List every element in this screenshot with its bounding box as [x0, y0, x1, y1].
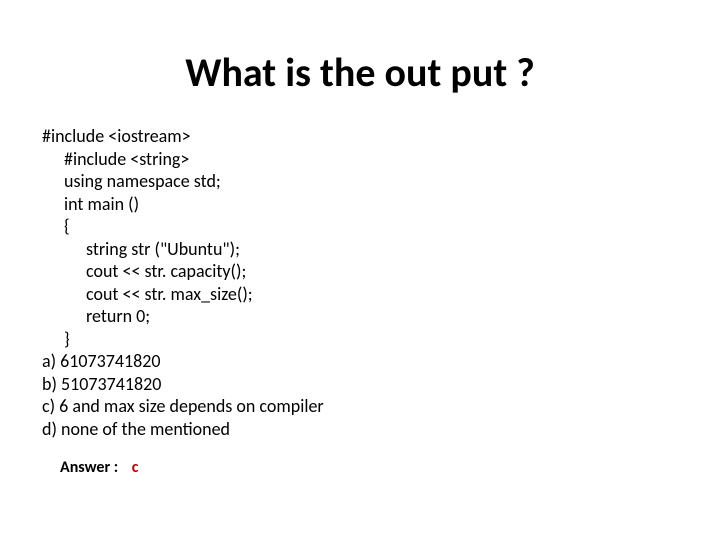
option-a: a) 61073741820 — [42, 350, 720, 373]
code-line: } — [42, 328, 720, 351]
code-line: #include <iostream> — [42, 125, 720, 148]
slide-content: #include <iostream> #include <string> us… — [0, 125, 720, 440]
code-line: return 0; — [42, 305, 720, 328]
option-d: d) none of the mentioned — [42, 418, 720, 441]
option-b: b) 51073741820 — [42, 373, 720, 396]
option-c: c) 6 and max size depends on compiler — [42, 395, 720, 418]
slide: What is the out put ? #include <iostream… — [0, 0, 720, 540]
answer-label: Answer : — [60, 458, 118, 477]
code-line: int main () — [42, 193, 720, 216]
code-line: using namespace std; — [42, 170, 720, 193]
code-line: cout << str. max_size(); — [42, 283, 720, 306]
slide-title: What is the out put ? — [0, 0, 720, 125]
code-line: string str ("Ubuntu"); — [42, 238, 720, 261]
answer-value: c — [122, 458, 139, 477]
code-line: cout << str. capacity(); — [42, 260, 720, 283]
code-line: { — [42, 215, 720, 238]
answer-row: Answer : c — [0, 440, 720, 477]
code-line: #include <string> — [42, 148, 720, 171]
